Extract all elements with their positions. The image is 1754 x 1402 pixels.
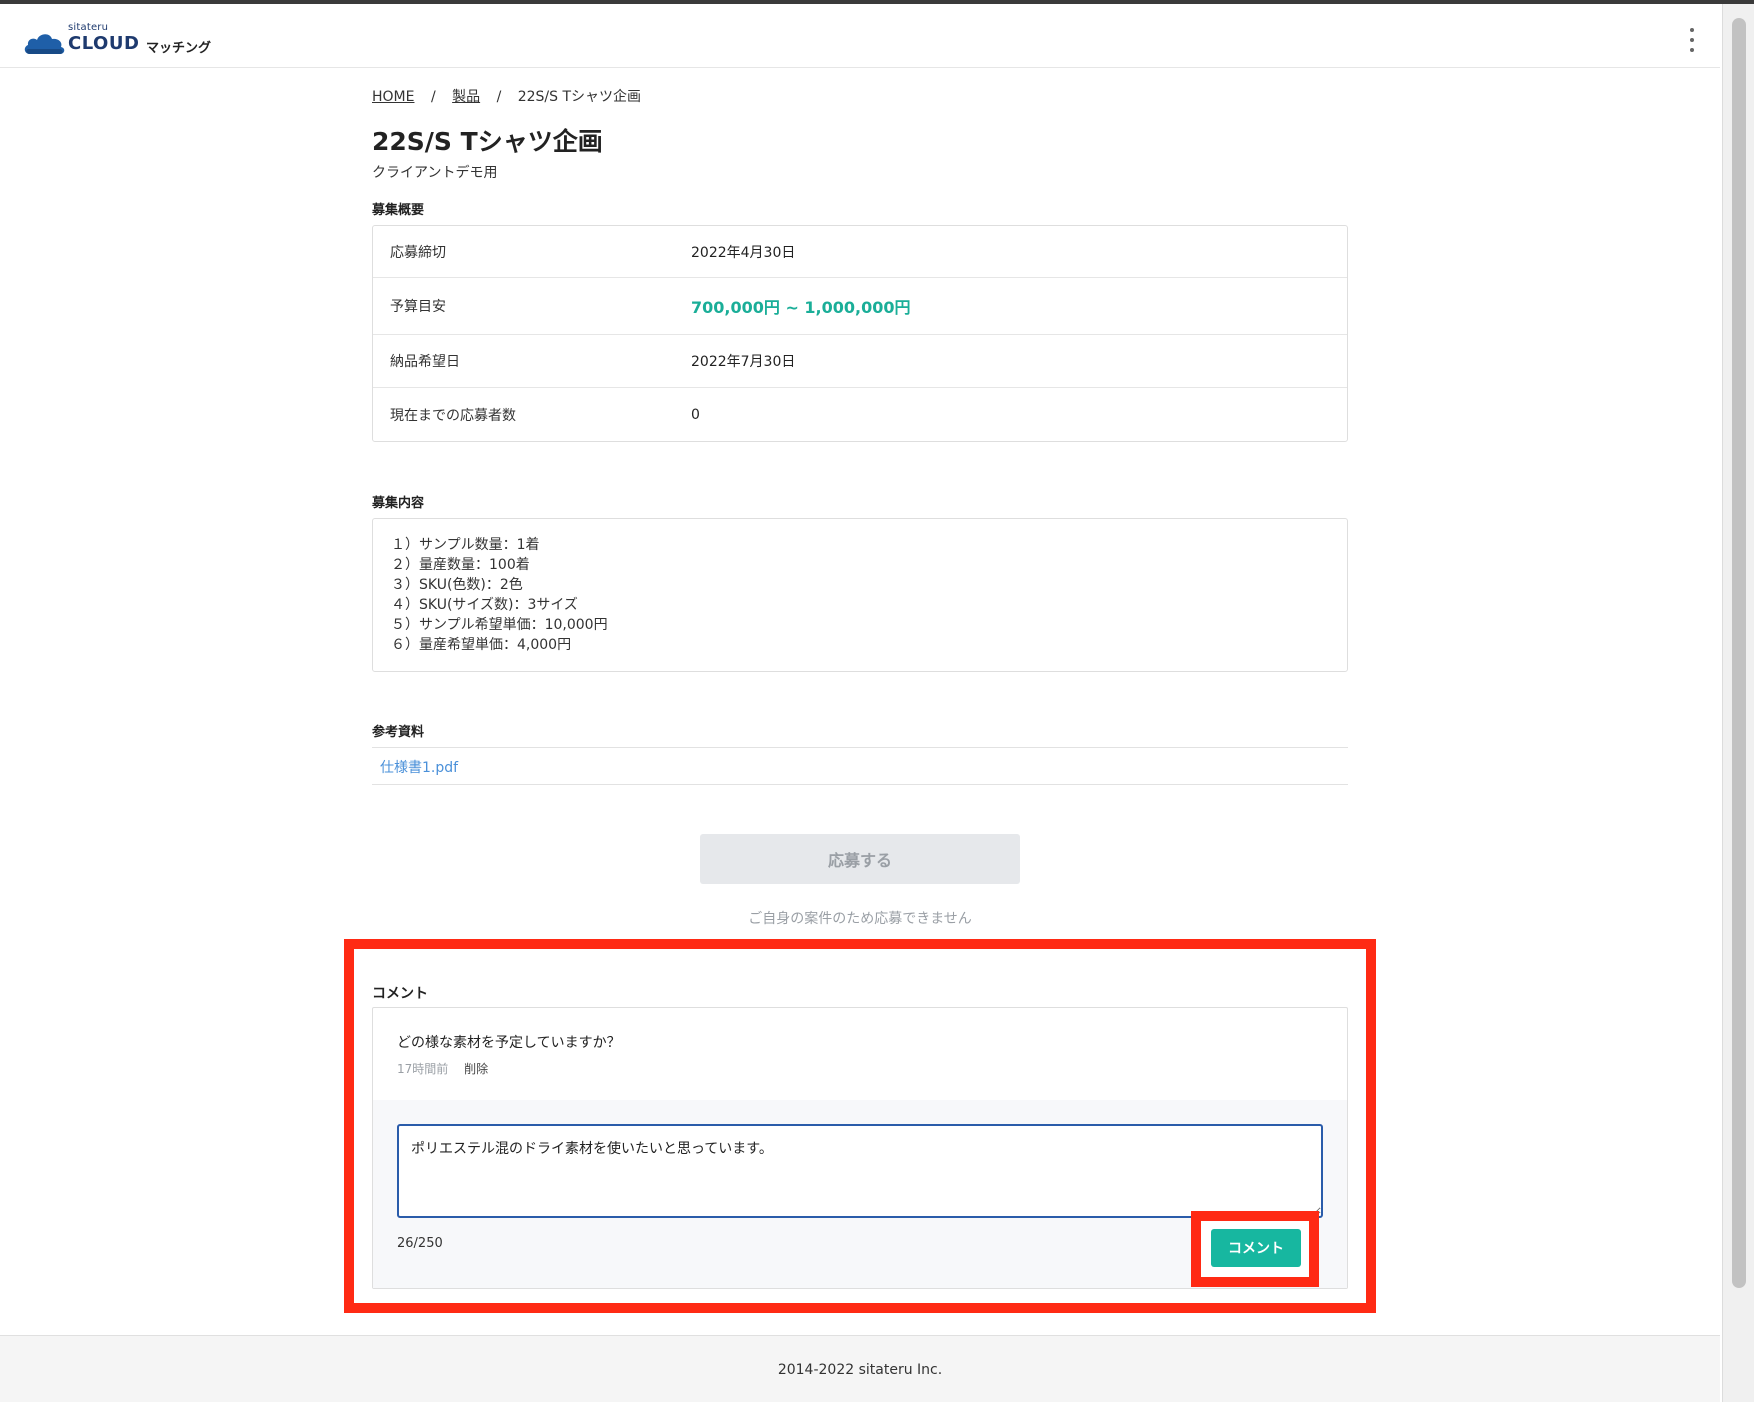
- summary-value: 2022年4月30日: [691, 244, 796, 261]
- app-header: sitateru CLOUD マッチング: [0, 4, 1720, 68]
- summary-label: 応募締切: [390, 244, 446, 261]
- kebab-dot: [1690, 48, 1694, 52]
- cloud-logo-icon: [24, 34, 65, 54]
- summary-row-delivery: 納品希望日 2022年7月30日: [373, 335, 1347, 388]
- scrollbar-thumb[interactable]: [1732, 18, 1746, 1288]
- breadcrumb-separator: /: [430, 89, 436, 105]
- comment-timestamp: 17時間前: [397, 1062, 449, 1076]
- character-count: 26/250: [397, 1236, 443, 1251]
- summary-row-applicants: 現在までの応募者数 0: [373, 388, 1347, 441]
- details-line: ４）SKU(サイズ数)：3サイズ: [391, 597, 578, 613]
- breadcrumb-home-link[interactable]: HOME: [372, 89, 414, 105]
- breadcrumb-separator: /: [496, 89, 502, 105]
- summary-row-budget: 予算目安 700,000円 ~ 1,000,000円: [373, 278, 1347, 335]
- kebab-dot: [1690, 28, 1694, 32]
- summary-table: 応募締切 2022年4月30日 予算目安 700,000円 ~ 1,000,00…: [372, 225, 1348, 442]
- summary-label: 予算目安: [390, 299, 446, 315]
- summary-row-deadline: 応募締切 2022年4月30日: [373, 226, 1347, 278]
- comment-text: どの様な素材を予定していますか？: [397, 1035, 621, 1051]
- details-heading: 募集内容: [372, 496, 425, 511]
- details-line: ６）量産希望単価：4,000円: [391, 637, 572, 653]
- breadcrumb-current: 22S/S Tシャツ企画: [517, 89, 642, 105]
- references-heading: 参考資料: [372, 725, 425, 740]
- summary-label: 現在までの応募者数: [390, 407, 516, 424]
- summary-value: 0: [691, 406, 700, 423]
- comments-heading: コメント: [372, 986, 428, 1002]
- page-title: 22S/S Tシャツ企画: [372, 127, 603, 156]
- comment-card: どの様な素材を予定していますか？ 17時間前 削除 26/250 コメント: [372, 1007, 1348, 1289]
- comment-section-highlight: コメント どの様な素材を予定していますか？ 17時間前 削除 26/250 コメ…: [344, 939, 1376, 1313]
- details-line: １）サンプル数量：1着: [391, 537, 540, 553]
- budget-value: 700,000円 ~ 1,000,000円: [691, 298, 911, 317]
- breadcrumb: HOME / 製品 / 22S/S Tシャツ企画: [372, 86, 641, 106]
- comment-meta: 17時間前 削除: [397, 1060, 488, 1077]
- summary-heading: 募集概要: [372, 203, 425, 218]
- footer-copyright: 2014-2022 sitateru Inc.: [777, 1362, 943, 1378]
- apply-button[interactable]: 応募する: [700, 834, 1020, 884]
- details-line: ２）量産数量：100着: [391, 557, 530, 573]
- reference-file-link[interactable]: 仕様書1.pdf: [380, 757, 458, 777]
- page-footer: 2014-2022 sitateru Inc.: [0, 1335, 1720, 1402]
- summary-value: 2022年7月30日: [691, 354, 796, 370]
- page-subtitle: クライアントデモ用: [372, 165, 498, 181]
- apply-disabled-note: ご自身の案件のため応募できません: [748, 911, 972, 927]
- comment-delete-button[interactable]: 削除: [464, 1062, 488, 1076]
- logo-sub-text: マッチング: [146, 41, 212, 56]
- submit-button-highlight: コメント: [1191, 1211, 1319, 1287]
- details-line: ３）SKU(色数)：2色: [391, 577, 523, 593]
- breadcrumb-products-link[interactable]: 製品: [452, 89, 480, 105]
- logo-big-text: CLOUD: [68, 33, 140, 54]
- page-scrollbar[interactable]: [1722, 4, 1754, 1402]
- reply-area: 26/250 コメント: [373, 1100, 1347, 1288]
- logo-small-text: sitateru: [68, 22, 109, 33]
- details-box: １）サンプル数量：1着 ２）量産数量：100着 ３）SKU(色数)：2色 ４）S…: [372, 518, 1348, 672]
- logo[interactable]: sitateru CLOUD マッチング: [22, 20, 211, 56]
- summary-label: 納品希望日: [390, 354, 460, 370]
- kebab-menu-icon[interactable]: [1686, 28, 1698, 52]
- reference-file-list: 仕様書1.pdf: [372, 747, 1348, 785]
- comment-input[interactable]: [397, 1124, 1323, 1218]
- details-line: ５）サンプル希望単価：10,000円: [391, 617, 608, 633]
- kebab-dot: [1690, 38, 1694, 42]
- comment-submit-button[interactable]: コメント: [1211, 1229, 1301, 1267]
